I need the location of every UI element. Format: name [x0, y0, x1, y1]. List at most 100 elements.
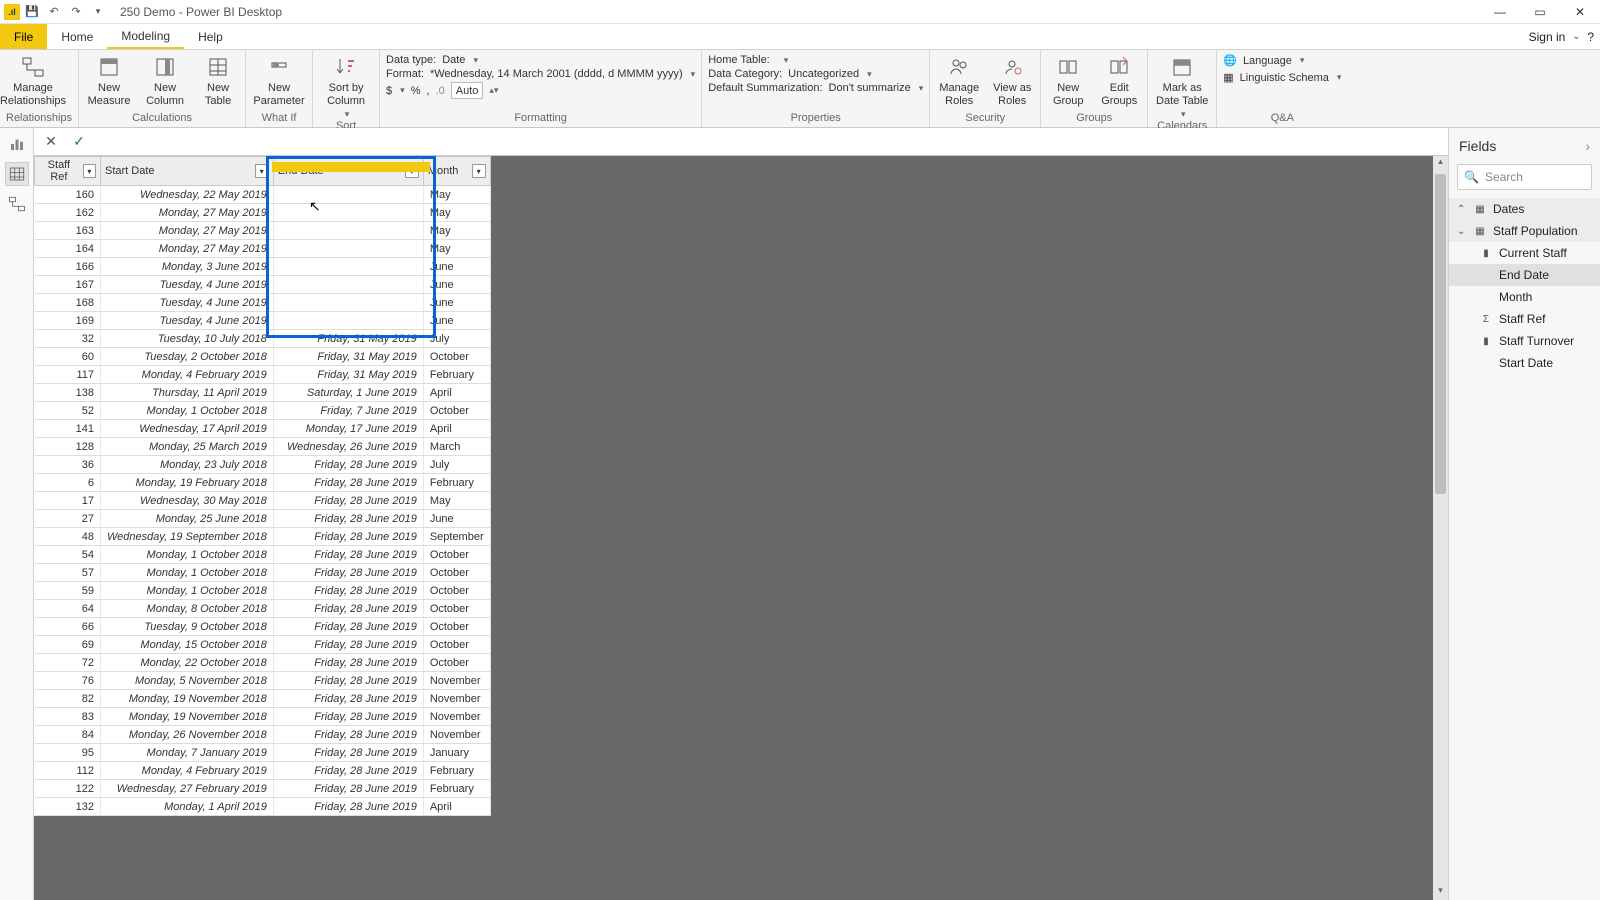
cell-staff-ref[interactable]: 166 — [35, 258, 101, 276]
cell-month[interactable]: March — [423, 438, 490, 456]
cell-start-date[interactable]: Tuesday, 10 July 2018 — [101, 330, 274, 348]
cell-month[interactable]: October — [423, 546, 490, 564]
cell-staff-ref[interactable]: 59 — [35, 582, 101, 600]
new-column-button[interactable]: New Column — [141, 54, 189, 107]
table-row[interactable]: 95Monday, 7 January 2019Friday, 28 June … — [35, 744, 491, 762]
field-node[interactable]: End Date — [1449, 264, 1600, 286]
table-row[interactable]: 160Wednesday, 22 May 2019May — [35, 186, 491, 204]
cell-end-date[interactable]: Friday, 28 June 2019 — [273, 528, 423, 546]
cell-staff-ref[interactable]: 84 — [35, 726, 101, 744]
qat-dropdown-icon[interactable]: ▾ — [88, 2, 108, 22]
cell-staff-ref[interactable]: 117 — [35, 366, 101, 384]
table-row[interactable]: 76Monday, 5 November 2018Friday, 28 June… — [35, 672, 491, 690]
cell-start-date[interactable]: Monday, 5 November 2018 — [101, 672, 274, 690]
cell-start-date[interactable]: Monday, 19 November 2018 — [101, 708, 274, 726]
cell-start-date[interactable]: Monday, 23 July 2018 — [101, 456, 274, 474]
table-row[interactable]: 132Monday, 1 April 2019Friday, 28 June 2… — [35, 798, 491, 816]
field-node[interactable]: Month — [1449, 286, 1600, 308]
table-row[interactable]: 52Monday, 1 October 2018Friday, 7 June 2… — [35, 402, 491, 420]
field-node[interactable]: ΣStaff Ref — [1449, 308, 1600, 330]
cell-end-date[interactable]: Friday, 7 June 2019 — [273, 402, 423, 420]
table-row[interactable]: 64Monday, 8 October 2018Friday, 28 June … — [35, 600, 491, 618]
new-measure-button[interactable]: New Measure — [85, 54, 133, 107]
cell-staff-ref[interactable]: 141 — [35, 420, 101, 438]
table-row[interactable]: 17Wednesday, 30 May 2018Friday, 28 June … — [35, 492, 491, 510]
cell-month[interactable]: April — [423, 384, 490, 402]
cell-month[interactable]: November — [423, 726, 490, 744]
cell-end-date[interactable]: Saturday, 1 June 2019 — [273, 384, 423, 402]
currency-button[interactable]: $ — [386, 85, 392, 97]
table-row[interactable]: 69Monday, 15 October 2018Friday, 28 June… — [35, 636, 491, 654]
decimal-auto-input[interactable]: Auto — [451, 82, 484, 99]
cell-end-date[interactable]: Friday, 28 June 2019 — [273, 744, 423, 762]
sort-by-column-button[interactable]: Sort by Column▾ — [319, 54, 373, 120]
linguistic-schema-dropdown[interactable]: ▦ Linguistic Schema▾ — [1223, 71, 1341, 84]
minimize-button[interactable]: — — [1480, 1, 1520, 23]
chevron-down-icon[interactable]: ⌄ — [1569, 31, 1583, 42]
cell-month[interactable]: October — [423, 600, 490, 618]
cell-start-date[interactable]: Monday, 1 October 2018 — [101, 564, 274, 582]
cell-end-date[interactable]: Friday, 28 June 2019 — [273, 600, 423, 618]
cell-month[interactable]: September — [423, 528, 490, 546]
save-icon[interactable]: 💾 — [22, 2, 42, 22]
cell-end-date[interactable]: Friday, 28 June 2019 — [273, 618, 423, 636]
cell-start-date[interactable]: Monday, 27 May 2019 — [101, 240, 274, 258]
cell-month[interactable]: June — [423, 294, 490, 312]
field-node[interactable]: ▮Staff Turnover — [1449, 330, 1600, 352]
table-row[interactable]: 66Tuesday, 9 October 2018Friday, 28 June… — [35, 618, 491, 636]
manage-roles-button[interactable]: Manage Roles — [936, 54, 982, 107]
cell-month[interactable]: July — [423, 330, 490, 348]
cell-month[interactable]: May — [423, 240, 490, 258]
column-header-end-date[interactable]: End Date▾ — [273, 157, 423, 186]
cell-month[interactable]: February — [423, 366, 490, 384]
formula-bar[interactable]: ✕ ✓ — [34, 128, 1448, 156]
table-row[interactable]: 169Tuesday, 4 June 2019June — [35, 312, 491, 330]
cell-end-date[interactable] — [273, 240, 423, 258]
cell-end-date[interactable] — [273, 204, 423, 222]
cell-month[interactable]: May — [423, 204, 490, 222]
cell-month[interactable]: October — [423, 654, 490, 672]
cell-start-date[interactable]: Monday, 15 October 2018 — [101, 636, 274, 654]
cell-start-date[interactable]: Monday, 1 April 2019 — [101, 798, 274, 816]
cell-staff-ref[interactable]: 76 — [35, 672, 101, 690]
column-header-staff-ref[interactable]: Staff Ref▾ — [35, 157, 101, 186]
cell-month[interactable]: May — [423, 222, 490, 240]
cell-end-date[interactable]: Friday, 31 May 2019 — [273, 348, 423, 366]
cell-staff-ref[interactable]: 168 — [35, 294, 101, 312]
cell-staff-ref[interactable]: 32 — [35, 330, 101, 348]
commit-formula-icon[interactable]: ✓ — [70, 133, 88, 150]
cell-staff-ref[interactable]: 36 — [35, 456, 101, 474]
cell-end-date[interactable] — [273, 258, 423, 276]
cancel-formula-icon[interactable]: ✕ — [42, 133, 60, 150]
field-node[interactable]: ▮Current Staff — [1449, 242, 1600, 264]
cell-staff-ref[interactable]: 162 — [35, 204, 101, 222]
table-row[interactable]: 54Monday, 1 October 2018Friday, 28 June … — [35, 546, 491, 564]
cell-month[interactable]: April — [423, 798, 490, 816]
cell-staff-ref[interactable]: 128 — [35, 438, 101, 456]
cell-staff-ref[interactable]: 27 — [35, 510, 101, 528]
cell-start-date[interactable]: Monday, 19 February 2018 — [101, 474, 274, 492]
cell-end-date[interactable]: Friday, 28 June 2019 — [273, 456, 423, 474]
cell-month[interactable]: October — [423, 402, 490, 420]
cell-staff-ref[interactable]: 52 — [35, 402, 101, 420]
cell-start-date[interactable]: Monday, 1 October 2018 — [101, 402, 274, 420]
cell-end-date[interactable] — [273, 222, 423, 240]
cell-start-date[interactable]: Monday, 27 May 2019 — [101, 222, 274, 240]
table-row[interactable]: 83Monday, 19 November 2018Friday, 28 Jun… — [35, 708, 491, 726]
table-row[interactable]: 6Monday, 19 February 2018Friday, 28 June… — [35, 474, 491, 492]
language-dropdown[interactable]: 🌐 Language▾ — [1223, 54, 1341, 67]
table-row[interactable]: 117Monday, 4 February 2019Friday, 31 May… — [35, 366, 491, 384]
filter-icon[interactable]: ▾ — [255, 164, 269, 178]
table-row[interactable]: 167Tuesday, 4 June 2019June — [35, 276, 491, 294]
field-node[interactable]: Start Date — [1449, 352, 1600, 374]
cell-staff-ref[interactable]: 95 — [35, 744, 101, 762]
table-node[interactable]: ⌃▦Dates — [1449, 198, 1600, 220]
table-row[interactable]: 84Monday, 26 November 2018Friday, 28 Jun… — [35, 726, 491, 744]
table-row[interactable]: 36Monday, 23 July 2018Friday, 28 June 20… — [35, 456, 491, 474]
cell-start-date[interactable]: Monday, 4 February 2019 — [101, 762, 274, 780]
cell-end-date[interactable]: Friday, 28 June 2019 — [273, 474, 423, 492]
cell-start-date[interactable]: Wednesday, 22 May 2019 — [101, 186, 274, 204]
cell-month[interactable]: July — [423, 456, 490, 474]
cell-start-date[interactable]: Monday, 26 November 2018 — [101, 726, 274, 744]
cell-start-date[interactable]: Wednesday, 19 September 2018 — [101, 528, 274, 546]
